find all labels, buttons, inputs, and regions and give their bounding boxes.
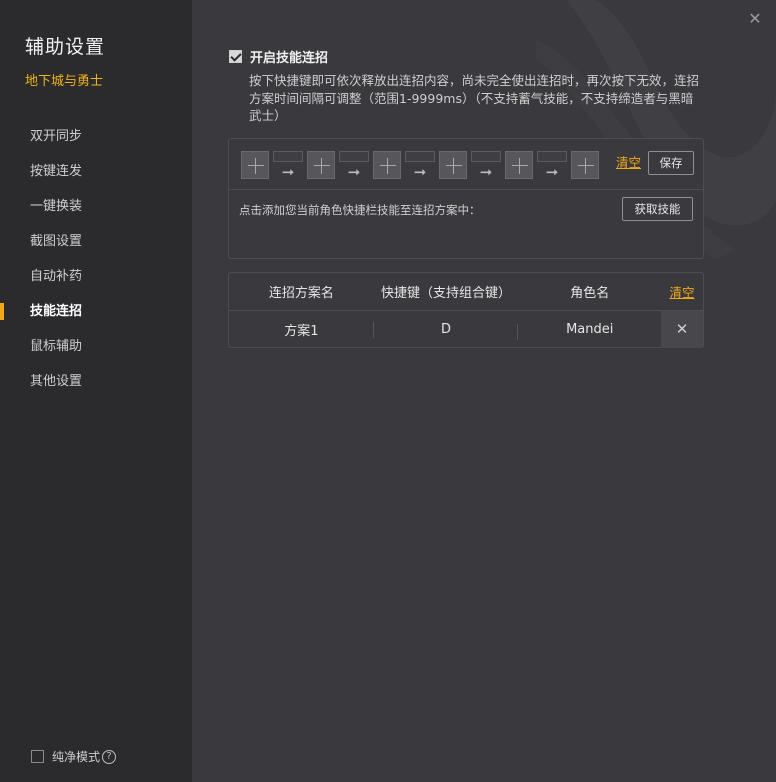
arrow-right-icon: ➞ (545, 163, 559, 181)
interval-input[interactable] (339, 151, 369, 162)
add-skill-slot-4[interactable] (439, 151, 467, 179)
add-skill-hint: 点击添加您当前角色快捷栏技能至连招方案中： (239, 203, 481, 217)
pure-mode-toggle[interactable]: 纯净模式 ? (31, 748, 117, 765)
enable-combo-label: 开启技能连招 (250, 51, 329, 66)
sidebar-item-other-settings[interactable]: 其他设置 (0, 364, 192, 399)
pure-mode-label: 纯净模式 (52, 750, 101, 764)
arrow-right-icon: ➞ (281, 163, 295, 181)
sidebar-item-dual-open-sync[interactable]: 双开同步 (0, 119, 192, 154)
arrow-right-icon: ➞ (413, 163, 427, 181)
interval-5: ➞ (536, 151, 568, 181)
main-panel: ✕ 开启技能连招 按下快捷键即可依次释放出连招内容，尚未完全使出连招时，再次按下… (192, 0, 776, 782)
add-skill-slot-6[interactable] (571, 151, 599, 179)
sidebar-item-screenshot-settings[interactable]: 截图设置 (0, 224, 192, 259)
interval-3: ➞ (404, 151, 436, 181)
sidebar: 辅助设置 地下城与勇士 双开同步 按键连发 一键换装 截图设置 自动补药 技能连… (0, 0, 192, 782)
interval-2: ➞ (338, 151, 370, 181)
combo-sequence: ➞ ➞ ➞ ➞ ➞ (241, 151, 599, 181)
game-name: 地下城与勇士 (25, 74, 104, 89)
add-skill-slot-5[interactable] (505, 151, 533, 179)
table-header: 连招方案名 快捷键（支持组合键） 角色名 清空 (229, 273, 703, 311)
arrow-right-icon: ➞ (479, 163, 493, 181)
add-skill-slot-3[interactable] (373, 151, 401, 179)
table-clear-link[interactable]: 清空 (670, 285, 695, 300)
table-row[interactable]: 方案1 D Mandei ✕ (229, 311, 703, 348)
add-skill-slot-2[interactable] (307, 151, 335, 179)
table-clear-cell: 清空 (661, 282, 703, 301)
sidebar-item-key-repeat[interactable]: 按键连发 (0, 154, 192, 189)
interval-4: ➞ (470, 151, 502, 181)
interval-input[interactable] (405, 151, 435, 162)
interval-input[interactable] (537, 151, 567, 162)
enable-combo-row[interactable]: 开启技能连招 (229, 47, 328, 66)
sidebar-menu: 双开同步 按键连发 一键换装 截图设置 自动补药 技能连招 鼠标辅助 其他设置 (0, 119, 192, 399)
interval-input[interactable] (471, 151, 501, 162)
role-name-cell: Mandei (566, 322, 614, 337)
close-icon[interactable]: ✕ (661, 311, 703, 348)
combo-scheme-table: 连招方案名 快捷键（支持组合键） 角色名 清空 方案1 D Mandei ✕ (228, 272, 704, 348)
pure-mode-checkbox[interactable] (31, 750, 44, 763)
scheme-name-cell[interactable]: 方案1 (229, 320, 374, 339)
sidebar-item-skill-combo[interactable]: 技能连招 (0, 294, 192, 329)
save-button[interactable]: 保存 (648, 151, 694, 175)
sidebar-item-mouse-assist[interactable]: 鼠标辅助 (0, 329, 192, 364)
interval-1: ➞ (272, 151, 304, 181)
sidebar-item-auto-potion[interactable]: 自动补药 (0, 259, 192, 294)
fetch-skills-button[interactable]: 获取技能 (622, 197, 693, 221)
hotkey-cell[interactable]: D (374, 322, 519, 340)
divider (229, 189, 703, 190)
header-scheme-name: 连招方案名 (268, 286, 334, 301)
close-icon[interactable]: ✕ (746, 10, 764, 28)
enable-combo-checkbox[interactable] (229, 50, 242, 63)
combo-editor: ➞ ➞ ➞ ➞ ➞ 清空 保存 点击添加您当前角色快捷栏技能至连招方案中： 获取… (228, 138, 704, 259)
combo-description: 按下快捷键即可依次释放出连招内容，尚未完全使出连招时，再次按下无效，连招方案时间… (249, 73, 700, 123)
sidebar-item-one-key-outfit[interactable]: 一键换装 (0, 189, 192, 224)
sidebar-title: 辅助设置 (25, 36, 106, 58)
add-skill-slot-1[interactable] (241, 151, 269, 179)
interval-input[interactable] (273, 151, 303, 162)
combo-clear-link[interactable]: 清空 (616, 152, 641, 171)
header-role-name: 角色名 (570, 286, 610, 301)
arrow-right-icon: ➞ (347, 163, 361, 181)
header-hotkey: 快捷键（支持组合键） (381, 286, 512, 301)
help-icon[interactable]: ? (102, 749, 117, 764)
